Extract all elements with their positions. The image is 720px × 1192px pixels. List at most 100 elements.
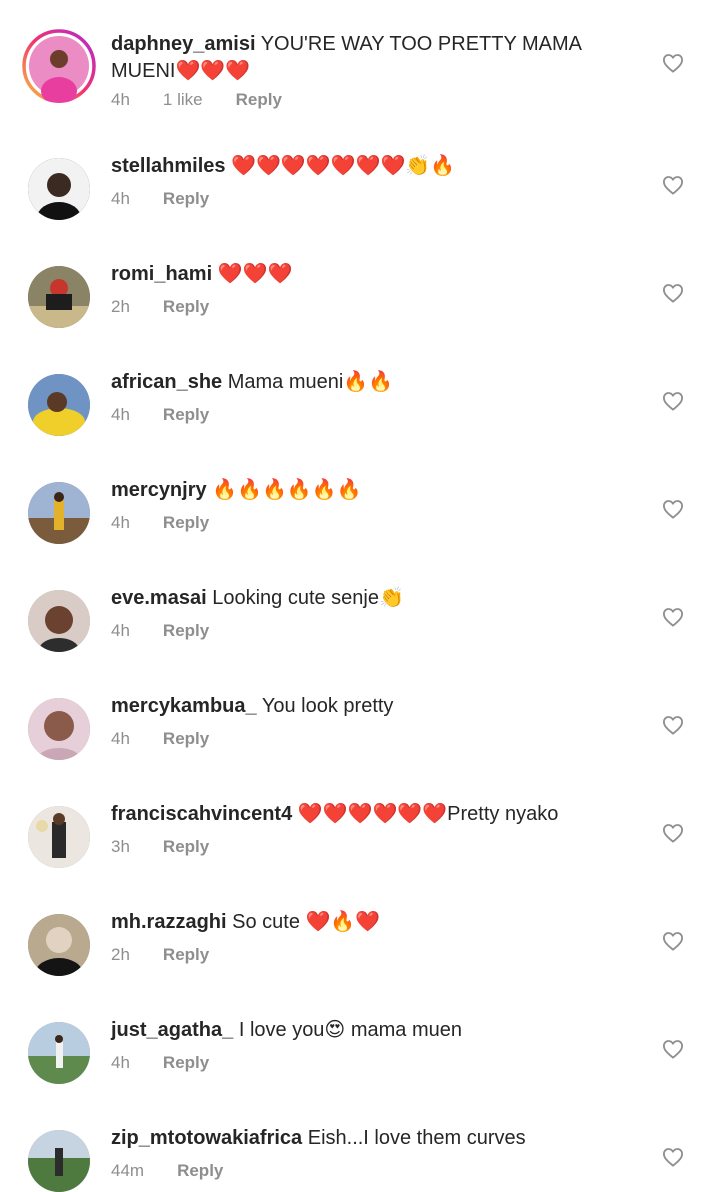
comment-item: daphney_amisi YOU'RE WAY TOO PRETTY MAMA… xyxy=(0,0,720,130)
heart-outline-icon[interactable] xyxy=(662,1147,684,1167)
comment-username[interactable]: daphney_amisi xyxy=(111,33,256,55)
avatar-image xyxy=(28,482,90,544)
comment-time: 4h xyxy=(111,621,130,640)
avatar-image xyxy=(28,806,90,868)
comment-time: 2h xyxy=(111,945,130,964)
comment-time: 2h xyxy=(111,297,130,316)
avatar-image xyxy=(28,158,90,220)
reply-button[interactable]: Reply xyxy=(163,189,209,209)
comment-meta: 3h Reply xyxy=(111,837,242,857)
comment-item: franciscahvincent4 ❤️❤️❤️❤️❤️❤️Pretty ny… xyxy=(0,803,720,883)
reply-button[interactable]: Reply xyxy=(163,1053,209,1073)
avatar[interactable] xyxy=(28,482,90,544)
comment-meta: 2h Reply xyxy=(111,297,242,317)
reply-button[interactable]: Reply xyxy=(163,297,209,317)
avatar-image xyxy=(28,1022,90,1084)
comment-meta: 4h Reply xyxy=(111,1053,242,1073)
comment-body: You look pretty xyxy=(261,695,394,717)
comment-username[interactable]: eve.masai xyxy=(111,587,207,609)
comment-time: 4h xyxy=(111,1053,130,1072)
comment-meta: 4h Reply xyxy=(111,189,242,209)
avatar[interactable] xyxy=(28,914,90,976)
comment-meta: 4h Reply xyxy=(111,405,242,425)
comment-body: Eish...I love them curves xyxy=(307,1127,526,1149)
heart-outline-icon[interactable] xyxy=(662,931,684,951)
comment-meta: 2h Reply xyxy=(111,945,242,965)
heart-outline-icon[interactable] xyxy=(662,53,684,73)
comment-body: Looking cute senje👏 xyxy=(212,587,404,609)
avatar-image xyxy=(28,1130,90,1192)
avatar-image xyxy=(28,698,90,760)
comment-text: daphney_amisi YOU'RE WAY TOO PRETTY MAMA… xyxy=(111,31,641,85)
comment-text: mh.razzaghi So cute ❤️🔥❤️ xyxy=(111,909,641,936)
comment-username[interactable]: african_she xyxy=(111,371,222,393)
comment-body: Mama mueni🔥🔥 xyxy=(227,371,394,393)
comment-time: 4h xyxy=(111,90,130,109)
avatar-image xyxy=(28,374,90,436)
reply-button[interactable]: Reply xyxy=(163,729,209,749)
comment-item: just_agatha_ I love you😍 mama muen 4h Rep… xyxy=(0,1019,720,1099)
comment-text: franciscahvincent4 ❤️❤️❤️❤️❤️❤️Pretty ny… xyxy=(111,801,641,828)
avatar-story-ring-icon xyxy=(22,29,96,103)
comment-time: 4h xyxy=(111,729,130,748)
avatar[interactable] xyxy=(28,1130,90,1192)
avatar-image xyxy=(28,266,90,328)
heart-outline-icon[interactable] xyxy=(662,499,684,519)
comment-username[interactable]: romi_hami xyxy=(111,263,212,285)
comment-username[interactable]: franciscahvincent4 xyxy=(111,803,292,825)
comment-meta: 4h 1 like Reply xyxy=(111,90,315,110)
comment-text: mercykambua_ You look pretty xyxy=(111,693,641,720)
comment-text: eve.masai Looking cute senje👏 xyxy=(111,585,641,612)
heart-outline-icon[interactable] xyxy=(662,175,684,195)
comment-item: mercykambua_ You look pretty 4h Reply xyxy=(0,695,720,775)
comment-item: african_she Mama mueni🔥🔥 4h Reply xyxy=(0,371,720,451)
reply-button[interactable]: Reply xyxy=(177,1161,223,1181)
heart-outline-icon[interactable] xyxy=(662,823,684,843)
avatar[interactable] xyxy=(28,158,90,220)
heart-outline-icon[interactable] xyxy=(662,1039,684,1059)
comment-username[interactable]: zip_mtotowakiafrica xyxy=(111,1127,302,1149)
avatar[interactable] xyxy=(28,590,90,652)
heart-outline-icon[interactable] xyxy=(662,391,684,411)
comment-time: 3h xyxy=(111,837,130,856)
comment-likes[interactable]: 1 like xyxy=(163,90,203,110)
heart-outline-icon[interactable] xyxy=(662,607,684,627)
heart-outline-icon[interactable] xyxy=(662,283,684,303)
comment-username[interactable]: stellahmiles xyxy=(111,155,226,177)
comment-body: So cute ❤️🔥❤️ xyxy=(232,911,381,933)
comment-body: ❤️❤️❤️❤️❤️❤️❤️👏🔥 xyxy=(231,155,456,177)
comment-username[interactable]: mh.razzaghi xyxy=(111,911,227,933)
avatar-image xyxy=(28,590,90,652)
comment-item: mercynjry 🔥🔥🔥🔥🔥🔥 4h Reply xyxy=(0,479,720,559)
heart-outline-icon[interactable] xyxy=(662,715,684,735)
comment-username[interactable]: just_agatha_ xyxy=(111,1019,233,1041)
avatar[interactable] xyxy=(28,698,90,760)
avatar[interactable] xyxy=(28,1022,90,1084)
reply-button[interactable]: Reply xyxy=(236,90,282,110)
comment-time: 4h xyxy=(111,189,130,208)
avatar[interactable] xyxy=(28,806,90,868)
reply-button[interactable]: Reply xyxy=(163,837,209,857)
comments-list: daphney_amisi YOU'RE WAY TOO PRETTY MAMA… xyxy=(0,0,720,1192)
comment-text: african_she Mama mueni🔥🔥 xyxy=(111,369,641,396)
reply-button[interactable]: Reply xyxy=(163,621,209,641)
comment-item: mh.razzaghi So cute ❤️🔥❤️ 2h Reply xyxy=(0,911,720,991)
comment-body: ❤️❤️❤️❤️❤️❤️Pretty nyako xyxy=(297,803,559,825)
reply-button[interactable]: Reply xyxy=(163,945,209,965)
avatar[interactable] xyxy=(28,374,90,436)
comment-text: just_agatha_ I love you😍 mama muen xyxy=(111,1017,641,1044)
comment-body: 🔥🔥🔥🔥🔥🔥 xyxy=(212,479,362,501)
reply-button[interactable]: Reply xyxy=(163,513,209,533)
avatar[interactable] xyxy=(22,29,96,103)
comment-text: romi_hami ❤️❤️❤️ xyxy=(111,261,641,288)
avatar-image xyxy=(28,914,90,976)
reply-button[interactable]: Reply xyxy=(163,405,209,425)
comment-time: 44m xyxy=(111,1161,145,1180)
comment-body: I love you😍 mama muen xyxy=(238,1019,462,1041)
comment-item: eve.masai Looking cute senje👏 4h Reply xyxy=(0,587,720,667)
comment-text: stellahmiles ❤️❤️❤️❤️❤️❤️❤️👏🔥 xyxy=(111,153,641,180)
comment-username[interactable]: mercynjry xyxy=(111,479,207,501)
comment-meta: 4h Reply xyxy=(111,621,242,641)
avatar[interactable] xyxy=(28,266,90,328)
comment-username[interactable]: mercykambua_ xyxy=(111,695,257,717)
